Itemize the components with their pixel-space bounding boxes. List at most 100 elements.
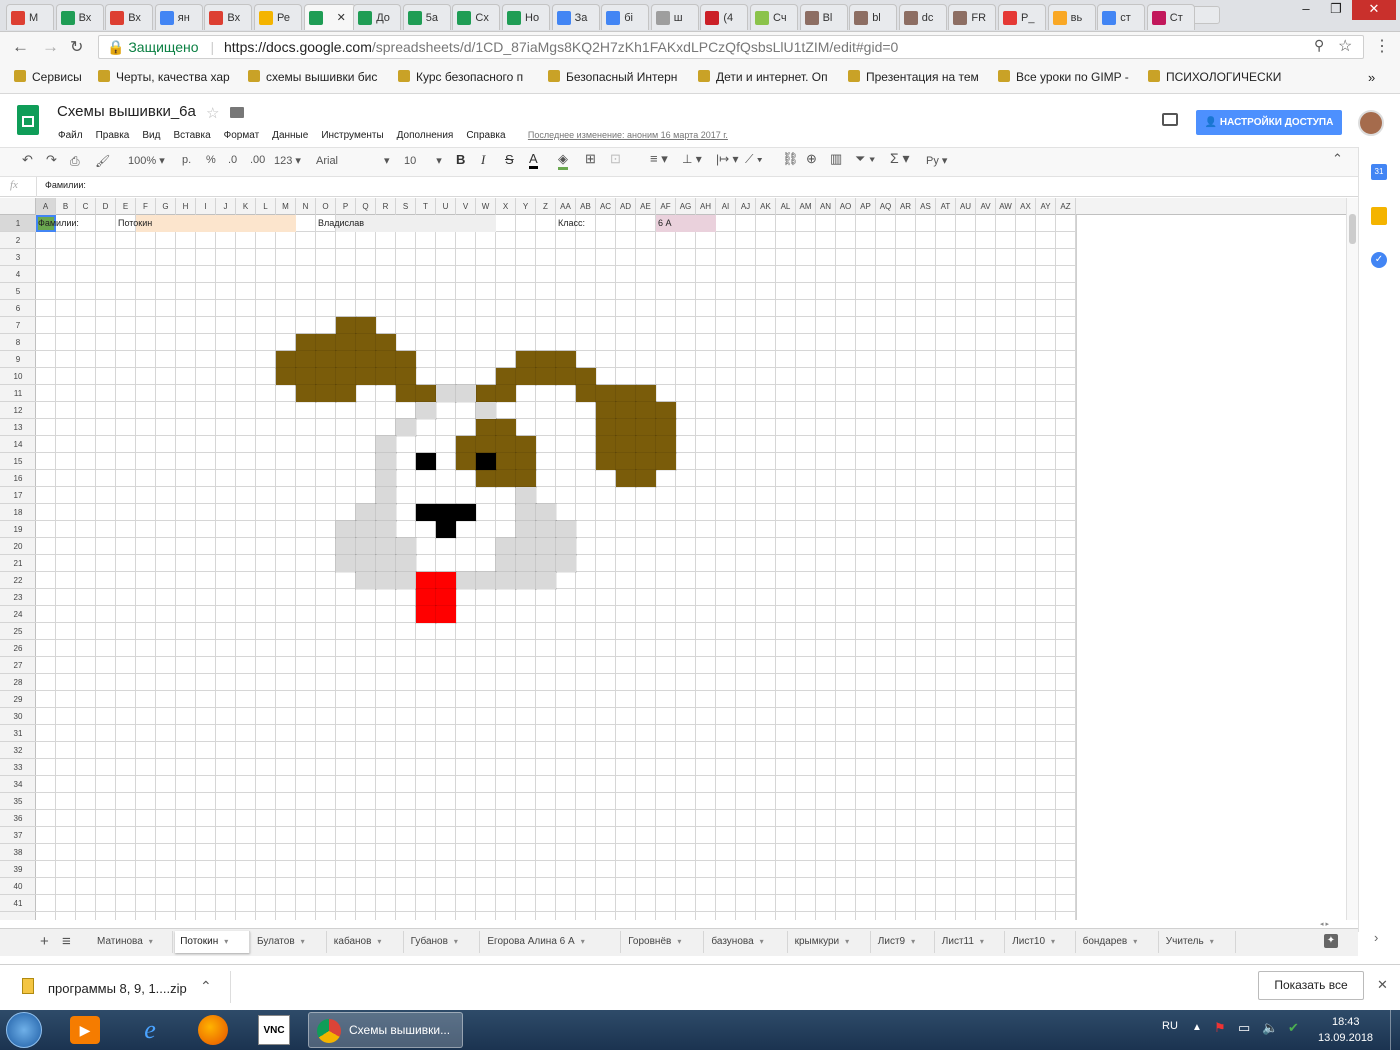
show-side-panel-icon[interactable]: › [1374,930,1378,945]
column-header[interactable]: S [396,198,416,215]
pixel-cell-brown[interactable] [635,435,657,454]
column-header[interactable]: AE [636,198,656,215]
row-header[interactable]: 36 [0,810,36,827]
star-icon[interactable]: ☆ [206,104,219,122]
browser-tab[interactable]: ш [650,4,699,30]
restore-icon[interactable]: ❐ [1322,0,1350,20]
clock-date[interactable]: 13.09.2018 [1318,1032,1373,1044]
more-formats-button[interactable]: 123 ▾ [274,154,301,167]
row-header[interactable]: 17 [0,487,36,504]
row-header[interactable]: 19 [0,521,36,538]
sheet-tab[interactable]: крымкури ▾ [790,931,871,953]
pixel-cell-brown[interactable] [495,384,517,403]
row-header[interactable]: 32 [0,742,36,759]
row-header[interactable]: 7 [0,317,36,334]
pixel-cell-red[interactable] [415,605,437,624]
pixel-cell-brown[interactable] [375,350,397,369]
input-tools-button[interactable]: Ру ▾ [926,154,947,167]
browser-tab[interactable]: ян [154,4,203,30]
browser-tab[interactable]: Bl [799,4,848,30]
security-tray-icon[interactable]: ✔ [1288,1020,1299,1036]
pixel-cell-grey[interactable] [515,571,537,590]
pixel-cell-grey[interactable] [535,537,557,556]
row-header[interactable]: 35 [0,793,36,810]
pixel-cell-brown[interactable] [315,350,337,369]
calendar-icon[interactable]: 31 [1371,164,1387,180]
column-header[interactable]: AT [936,198,956,215]
sheet-tab-dropdown-icon[interactable]: ▾ [581,937,585,946]
row-header[interactable]: 2 [0,232,36,249]
sheet-tab-dropdown-icon[interactable]: ▾ [677,937,681,946]
column-header[interactable]: AV [976,198,996,215]
row-header[interactable]: 9 [0,351,36,368]
column-header[interactable]: AH [696,198,716,215]
zoom-select[interactable]: 100% ▾ [128,154,165,167]
sheet-tab[interactable]: Учитель ▾ [1161,931,1236,953]
pixel-cell-black[interactable] [415,452,437,471]
column-header[interactable]: AM [796,198,816,215]
row-header[interactable]: 6 [0,300,36,317]
pixel-cell-brown[interactable] [275,367,297,386]
text-wrap-icon[interactable]: |↦ ▾ [716,152,739,166]
pixel-cell-brown[interactable] [595,435,617,454]
browser-tab[interactable]: До [353,4,402,30]
bookmark-star-icon[interactable]: ☆ [1338,36,1352,56]
comment-add-icon[interactable]: ⊕ [806,151,817,167]
pixel-cell-brown[interactable] [535,350,557,369]
internet-explorer-icon[interactable]: e [134,1014,166,1046]
browser-tab[interactable]: 5а [402,4,451,30]
cell-a1[interactable]: Фамилии: [36,215,79,232]
column-header[interactable]: AL [776,198,796,215]
sheet-tab-dropdown-icon[interactable]: ▾ [224,937,228,946]
column-header[interactable]: AF [656,198,676,215]
pixel-cell-brown[interactable] [515,469,537,488]
column-header[interactable]: E [116,198,136,215]
sheet-tab-dropdown-icon[interactable]: ▾ [760,937,764,946]
tray-arrow-icon[interactable]: ▲ [1192,1022,1202,1033]
add-sheet-icon[interactable]: + [40,933,49,950]
language-indicator[interactable]: RU [1162,1020,1178,1032]
browser-tab[interactable]: вь [1047,4,1096,30]
vertical-scrollbar[interactable] [1346,198,1358,920]
tab-close-icon[interactable]: ✕ [337,11,346,24]
horizontal-scroll-arrows[interactable]: ◂ ▸ [1320,920,1358,928]
undo-icon[interactable]: ↶ [22,152,33,168]
pixel-cell-brown[interactable] [495,367,517,386]
pixel-cell-brown[interactable] [655,401,677,420]
show-all-button[interactable]: Показать все [1258,971,1364,1000]
pixel-cell-brown[interactable] [515,435,537,454]
menu-icon[interactable]: ⋮ [1374,36,1390,56]
sheet-tab-dropdown-icon[interactable]: ▾ [454,937,458,946]
pixel-cell-grey[interactable] [375,452,397,471]
column-header[interactable]: Q [356,198,376,215]
pixel-cell-brown[interactable] [335,384,357,403]
sheet-tab-dropdown-icon[interactable]: ▾ [1133,937,1137,946]
column-header[interactable]: Z [536,198,556,215]
currency-button[interactable]: р. [182,154,191,166]
row-header[interactable]: 8 [0,334,36,351]
menu-data[interactable]: Данные [272,130,308,141]
sheet-tab[interactable]: Булатов ▾ [252,931,327,953]
pixel-cell-brown[interactable] [455,452,477,471]
browser-tab[interactable]: бі [601,4,650,30]
more-bookmarks-icon[interactable]: » [1368,70,1375,85]
paint-format-icon[interactable]: 🖌 [95,154,110,168]
column-header[interactable]: AG [676,198,696,215]
sheet-tab-dropdown-icon[interactable]: ▾ [149,937,153,946]
pixel-cell-brown[interactable] [395,367,417,386]
pixel-cell-brown[interactable] [335,316,357,335]
pixel-cell-brown[interactable] [595,418,617,437]
pixel-cell-brown[interactable] [495,418,517,437]
pixel-cell-grey[interactable] [475,571,497,590]
row-header[interactable]: 10 [0,368,36,385]
last-edit-link[interactable]: Последнее изменение: аноним 16 марта 201… [528,130,728,140]
pixel-cell-brown[interactable] [475,435,497,454]
pixel-cell-brown[interactable] [635,401,657,420]
pixel-cell-grey[interactable] [395,571,417,590]
pixel-cell-grey[interactable] [375,520,397,539]
pixel-cell-brown[interactable] [615,452,637,471]
pixel-cell-brown[interactable] [295,333,317,352]
column-header[interactable]: AJ [736,198,756,215]
column-header[interactable]: AU [956,198,976,215]
column-header[interactable]: AX [1016,198,1036,215]
